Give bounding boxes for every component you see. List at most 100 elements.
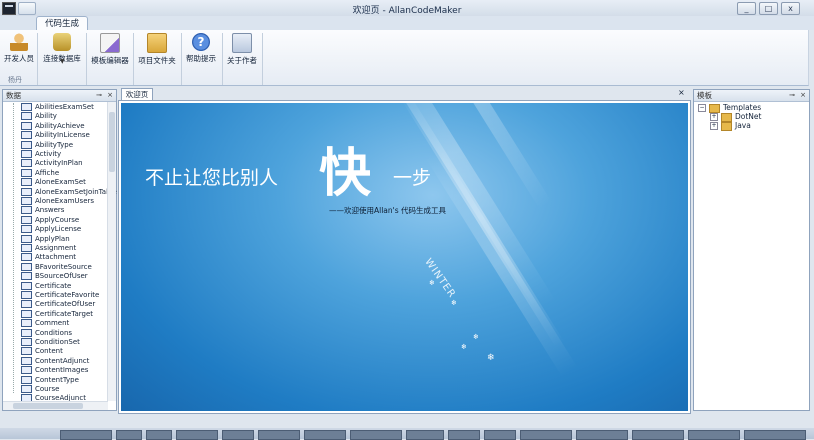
tree-item[interactable]: BSourceOfUser xyxy=(11,272,88,281)
template-editor-button[interactable]: 模板编辑器 xyxy=(90,33,130,66)
expand-icon[interactable]: + xyxy=(710,122,718,130)
restore-button[interactable]: □ xyxy=(759,2,778,15)
tree-item[interactable]: Attachment xyxy=(11,253,76,262)
close-icon[interactable]: × xyxy=(800,90,806,101)
tree-item[interactable]: Comment xyxy=(11,319,69,328)
group-divider xyxy=(181,33,182,85)
tree-item-label: AbilitiesExamSet xyxy=(35,103,94,111)
table-icon xyxy=(21,121,32,130)
tree-item[interactable]: ConditionSet xyxy=(11,338,80,347)
pin-icon[interactable]: ⊸ xyxy=(789,90,795,101)
tree-item-label: AloneExamUsers xyxy=(35,197,95,205)
tree-item[interactable]: Assignment xyxy=(11,244,76,253)
scrollbar-thumb[interactable] xyxy=(109,112,115,172)
table-icon xyxy=(21,197,32,205)
tree-item-label: BFavoriteSource xyxy=(35,262,92,271)
tree-item-label: Affiche xyxy=(35,168,60,177)
table-icon xyxy=(21,300,32,309)
chevron-down-icon[interactable]: ▼ xyxy=(60,58,65,65)
tree-item-label: ContentImages xyxy=(35,366,89,375)
scrollbar-thumb[interactable] xyxy=(13,403,83,409)
table-icon xyxy=(21,338,32,346)
group-divider xyxy=(262,33,263,85)
tree-item[interactable]: ApplyCourse xyxy=(11,215,80,225)
group-divider xyxy=(86,33,87,85)
snowflake-icon: ❄ xyxy=(451,299,457,307)
tree-item[interactable]: CertificateTarget xyxy=(11,309,93,319)
table-icon xyxy=(21,347,32,356)
developer-button[interactable]: 开发人员 xyxy=(4,33,34,64)
table-icon xyxy=(21,225,32,234)
tree-item-label: Content xyxy=(35,347,63,356)
tree-item-label: BSourceOfUser xyxy=(35,272,88,281)
tree-item-label: ApplyCourse xyxy=(35,215,80,224)
tree-item-label: ContentType xyxy=(35,375,79,384)
minimize-button[interactable]: _ xyxy=(737,2,756,15)
tree-item[interactable]: ContentType xyxy=(11,375,79,385)
tree-item-label: CertificateOfUser xyxy=(35,300,96,309)
title-bar: 欢迎页 - AllanCodeMaker _ □ x xyxy=(0,0,814,17)
tree-item-label: ActivityInPlan xyxy=(35,159,83,168)
expand-icon[interactable]: + xyxy=(710,113,718,121)
table-icon xyxy=(21,385,32,393)
tree-item[interactable]: ActivityInPlan xyxy=(11,159,83,168)
tree-item-label: AbilityType xyxy=(35,140,74,149)
tree-item[interactable]: AbilityAchieve xyxy=(11,121,85,131)
tree-item[interactable]: Ability xyxy=(11,112,57,121)
tree-node-label: DotNet xyxy=(735,112,762,121)
welcome-subtitle: ——欢迎使用Allan's 代码生成工具 xyxy=(329,206,447,215)
tree-item[interactable]: ApplyLicense xyxy=(11,225,81,234)
tree-item[interactable]: ContentAdjunct xyxy=(11,356,89,366)
tree-item[interactable]: AbilityType xyxy=(11,140,74,150)
close-icon[interactable]: × xyxy=(107,90,113,101)
table-icon xyxy=(21,178,32,187)
developer-icon xyxy=(10,33,28,51)
about-author-icon xyxy=(232,33,252,53)
table-icon xyxy=(21,112,32,121)
close-button[interactable]: x xyxy=(781,2,800,15)
tree-item[interactable]: Answers xyxy=(11,206,64,215)
tree-item[interactable]: AloneExamSetJoinTable xyxy=(11,187,117,197)
tree-item[interactable]: CertificateFavorite xyxy=(11,291,99,300)
tree-node-label: Java xyxy=(735,121,751,130)
table-icon xyxy=(21,262,32,271)
table-icon xyxy=(21,328,32,337)
tree-item[interactable]: Activity xyxy=(11,150,61,159)
tree-item[interactable]: AbilitiesExamSet xyxy=(11,103,94,112)
tab-code-generation[interactable]: 代码生成 xyxy=(36,16,89,31)
tree-item[interactable]: AloneExamUsers xyxy=(11,197,94,206)
tree-item[interactable]: AbilityInLicense xyxy=(11,131,90,140)
tree-item[interactable]: Content xyxy=(11,347,63,356)
horizontal-scrollbar[interactable] xyxy=(3,401,108,410)
project-folder-button[interactable]: 项目文件夹 xyxy=(137,33,177,66)
help-button[interactable]: ? 帮助提示 xyxy=(185,33,217,64)
collapse-icon[interactable]: − xyxy=(698,104,706,112)
tree-item[interactable]: ContentImages xyxy=(11,366,88,375)
tree-item[interactable]: Course xyxy=(11,385,59,394)
group-divider xyxy=(222,33,223,85)
tree-item[interactable]: ApplyPlan xyxy=(11,234,70,244)
tree-item[interactable]: CertificateOfUser xyxy=(11,300,95,309)
developer-label: 开发人员 xyxy=(4,54,34,63)
tree-item-label: Conditions xyxy=(35,328,73,337)
folder-icon xyxy=(147,33,167,53)
vertical-scrollbar[interactable] xyxy=(107,102,116,401)
tab-welcome[interactable]: 欢迎页 xyxy=(121,88,153,100)
pin-icon[interactable]: ⊸ xyxy=(96,90,102,101)
tree-item[interactable]: Conditions xyxy=(11,328,73,338)
table-icon xyxy=(21,206,32,215)
table-icon xyxy=(21,103,32,111)
table-icon xyxy=(21,140,32,149)
close-icon[interactable]: × xyxy=(678,88,685,97)
tree-item-label: ConditionSet xyxy=(35,338,80,346)
about-author-button[interactable]: 关于作者 xyxy=(226,33,258,66)
tree-item-label: AloneExamSet xyxy=(35,178,86,187)
table-icon xyxy=(21,356,32,365)
folder-icon xyxy=(721,121,732,131)
tree-node-java[interactable]: + Java xyxy=(710,121,751,131)
welcome-banner: 不止让您比别人 快 一步 ——欢迎使用Allan's 代码生成工具 WINTER… xyxy=(121,103,688,411)
tree-item[interactable]: Affiche xyxy=(11,168,60,178)
tree-item[interactable]: BFavoriteSource xyxy=(11,262,92,272)
tree-item[interactable]: AloneExamSet xyxy=(11,178,86,187)
tree-item[interactable]: Certificate xyxy=(11,281,71,291)
